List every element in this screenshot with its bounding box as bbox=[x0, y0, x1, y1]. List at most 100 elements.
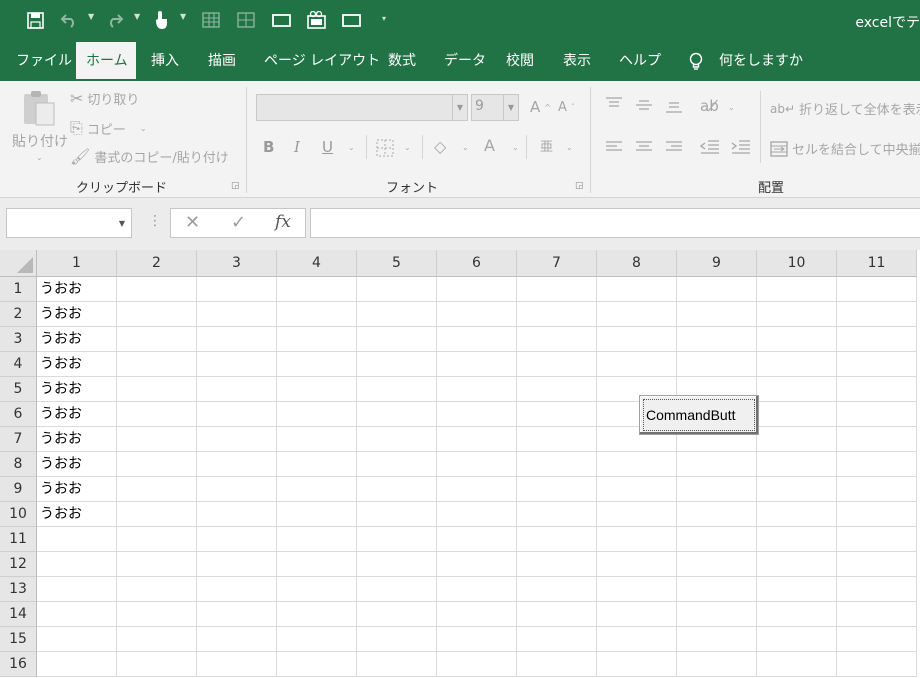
paste-dropdown-icon[interactable]: ⌄ bbox=[36, 153, 43, 162]
cell[interactable] bbox=[757, 627, 837, 652]
cell[interactable] bbox=[37, 552, 117, 577]
cell[interactable] bbox=[437, 652, 517, 677]
cell[interactable] bbox=[437, 477, 517, 502]
cell[interactable] bbox=[517, 552, 597, 577]
cell[interactable] bbox=[517, 627, 597, 652]
cell[interactable] bbox=[517, 302, 597, 327]
cell[interactable] bbox=[757, 427, 837, 452]
column-header[interactable]: 8 bbox=[597, 250, 677, 277]
cell[interactable] bbox=[677, 477, 757, 502]
cell[interactable] bbox=[437, 602, 517, 627]
cell[interactable] bbox=[357, 352, 437, 377]
cell[interactable] bbox=[117, 577, 197, 602]
camera-icon[interactable] bbox=[305, 8, 327, 32]
cell[interactable] bbox=[117, 477, 197, 502]
align-top-icon[interactable] bbox=[605, 96, 623, 110]
column-header[interactable]: 9 bbox=[677, 250, 757, 277]
cell[interactable] bbox=[117, 552, 197, 577]
customize-qat-icon[interactable]: ▾ bbox=[382, 14, 386, 23]
row-header[interactable]: 12 bbox=[0, 552, 37, 577]
rectangle-icon[interactable] bbox=[340, 8, 362, 32]
cell[interactable] bbox=[437, 277, 517, 302]
cell[interactable] bbox=[117, 627, 197, 652]
command-button[interactable]: CommandButt bbox=[639, 395, 759, 435]
cell[interactable] bbox=[677, 352, 757, 377]
cell[interactable] bbox=[757, 402, 837, 427]
row-header[interactable]: 11 bbox=[0, 527, 37, 552]
cell[interactable] bbox=[437, 577, 517, 602]
row-header[interactable]: 4 bbox=[0, 352, 37, 377]
cell[interactable] bbox=[277, 377, 357, 402]
cell[interactable] bbox=[597, 352, 677, 377]
orientation-icon[interactable]: ab̸ bbox=[700, 97, 719, 115]
italic-button[interactable]: I bbox=[294, 138, 300, 156]
column-header[interactable]: 1 bbox=[37, 250, 117, 277]
tab-data[interactable]: データ bbox=[434, 42, 496, 81]
cell[interactable] bbox=[117, 502, 197, 527]
fill-color-icon[interactable]: ◇ bbox=[434, 137, 446, 156]
column-header[interactable]: 4 bbox=[277, 250, 357, 277]
row-header[interactable]: 10 bbox=[0, 502, 37, 527]
tab-draw[interactable]: 描画 bbox=[198, 42, 246, 81]
cell[interactable] bbox=[437, 552, 517, 577]
cell[interactable] bbox=[837, 527, 917, 552]
save-icon[interactable] bbox=[24, 8, 46, 32]
row-header[interactable]: 2 bbox=[0, 302, 37, 327]
cell[interactable] bbox=[197, 502, 277, 527]
increase-indent-icon[interactable] bbox=[731, 139, 751, 155]
cell[interactable] bbox=[677, 577, 757, 602]
cell[interactable] bbox=[437, 302, 517, 327]
cell[interactable] bbox=[357, 427, 437, 452]
font-launcher-icon[interactable]: ◲ bbox=[575, 181, 584, 191]
cell[interactable] bbox=[757, 527, 837, 552]
row-header[interactable]: 15 bbox=[0, 627, 37, 652]
cell[interactable] bbox=[437, 327, 517, 352]
row-header[interactable]: 1 bbox=[0, 277, 37, 302]
cell[interactable] bbox=[597, 302, 677, 327]
cell[interactable] bbox=[437, 527, 517, 552]
cell[interactable] bbox=[277, 527, 357, 552]
cell[interactable] bbox=[597, 577, 677, 602]
cell[interactable] bbox=[757, 377, 837, 402]
cell[interactable] bbox=[357, 527, 437, 552]
cell[interactable] bbox=[517, 402, 597, 427]
cell[interactable] bbox=[517, 527, 597, 552]
decrease-font-size-icon[interactable]: Aˇ bbox=[558, 100, 575, 115]
column-header[interactable]: 7 bbox=[517, 250, 597, 277]
row-header[interactable]: 13 bbox=[0, 577, 37, 602]
cell[interactable] bbox=[597, 552, 677, 577]
enter-icon[interactable]: ✓ bbox=[231, 212, 246, 233]
cell[interactable] bbox=[277, 427, 357, 452]
cancel-icon[interactable]: ✕ bbox=[185, 212, 200, 233]
cell[interactable] bbox=[437, 377, 517, 402]
underline-dropdown-icon[interactable]: ⌄ bbox=[348, 143, 355, 152]
align-right-icon[interactable] bbox=[665, 141, 683, 153]
cell[interactable] bbox=[597, 277, 677, 302]
cell[interactable] bbox=[197, 402, 277, 427]
cell[interactable] bbox=[837, 602, 917, 627]
cell[interactable] bbox=[197, 477, 277, 502]
cell[interactable] bbox=[597, 652, 677, 677]
cell[interactable] bbox=[357, 452, 437, 477]
cell[interactable] bbox=[277, 552, 357, 577]
column-header[interactable]: 5 bbox=[357, 250, 437, 277]
cell[interactable] bbox=[757, 327, 837, 352]
cell[interactable] bbox=[37, 602, 117, 627]
cell[interactable] bbox=[677, 552, 757, 577]
cell[interactable] bbox=[117, 452, 197, 477]
increase-font-size-icon[interactable]: A ^ bbox=[530, 98, 551, 116]
cell[interactable] bbox=[757, 652, 837, 677]
cell[interactable] bbox=[757, 302, 837, 327]
cell[interactable] bbox=[357, 402, 437, 427]
cell[interactable] bbox=[117, 302, 197, 327]
cell[interactable] bbox=[197, 452, 277, 477]
row-header[interactable]: 5 bbox=[0, 377, 37, 402]
cell[interactable] bbox=[277, 327, 357, 352]
cell[interactable] bbox=[677, 527, 757, 552]
cell[interactable] bbox=[197, 327, 277, 352]
column-header[interactable]: 3 bbox=[197, 250, 277, 277]
cut-button[interactable]: ✂ 切り取り bbox=[70, 89, 139, 108]
cell[interactable] bbox=[437, 452, 517, 477]
cell[interactable] bbox=[357, 602, 437, 627]
row-header[interactable]: 16 bbox=[0, 652, 37, 677]
